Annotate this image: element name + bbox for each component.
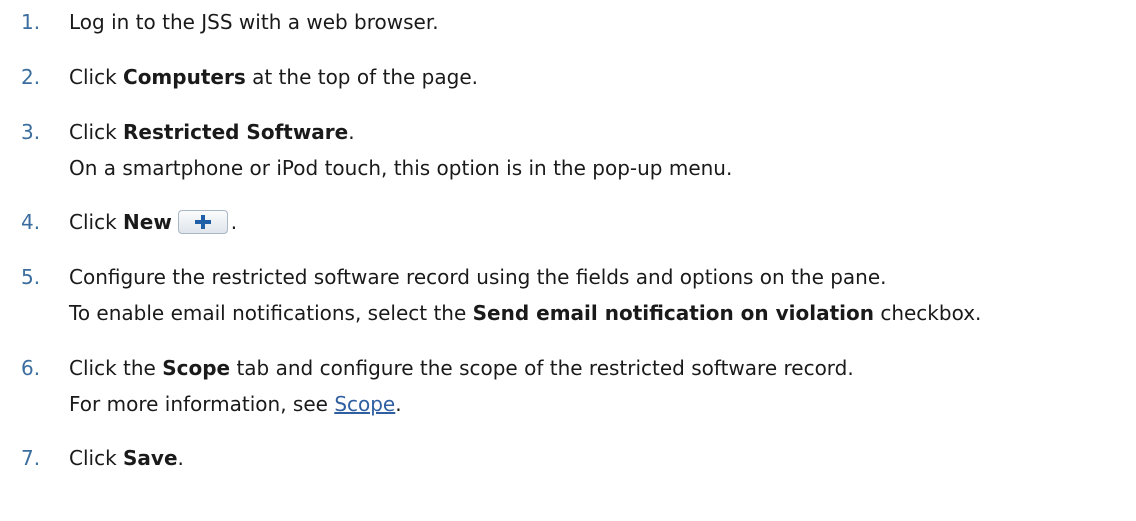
scope-link[interactable]: Scope: [334, 392, 395, 416]
step-text: Click Save.: [69, 446, 184, 470]
step-number: 1.: [21, 10, 41, 34]
step-number: 7.: [21, 446, 41, 470]
step-text: Click Restricted Software.: [69, 120, 355, 144]
step-note: To enable email notifications, select th…: [69, 301, 982, 325]
step-note: On a smartphone or iPod touch, this opti…: [69, 156, 733, 180]
step-number: 2.: [21, 65, 41, 89]
new-button[interactable]: [177, 209, 228, 234]
step-note: For more information, see Scope.: [69, 392, 402, 416]
step-text: Configure the restricted software record…: [69, 265, 887, 289]
ui-term-scope: Scope: [162, 356, 231, 380]
step-text: Click New.: [69, 209, 238, 234]
step-number: 3.: [21, 120, 41, 144]
ui-term-new: New: [123, 210, 172, 234]
plus-icon: [194, 214, 211, 229]
ui-term-restricted-software: Restricted Software: [123, 120, 349, 144]
ui-term-send-email-notification: Send email notification on violation: [472, 301, 874, 325]
ui-term-computers: Computers: [123, 65, 246, 89]
step-text: Log in to the JSS with a web browser.: [69, 10, 439, 34]
step-text: Click the Scope tab and configure the sc…: [69, 356, 854, 380]
step-number: 6.: [21, 356, 41, 380]
step-number: 4.: [21, 210, 41, 234]
step-number: 5.: [21, 265, 41, 289]
ui-term-save: Save: [123, 446, 178, 470]
step-text: Click Computers at the top of the page.: [69, 65, 478, 89]
